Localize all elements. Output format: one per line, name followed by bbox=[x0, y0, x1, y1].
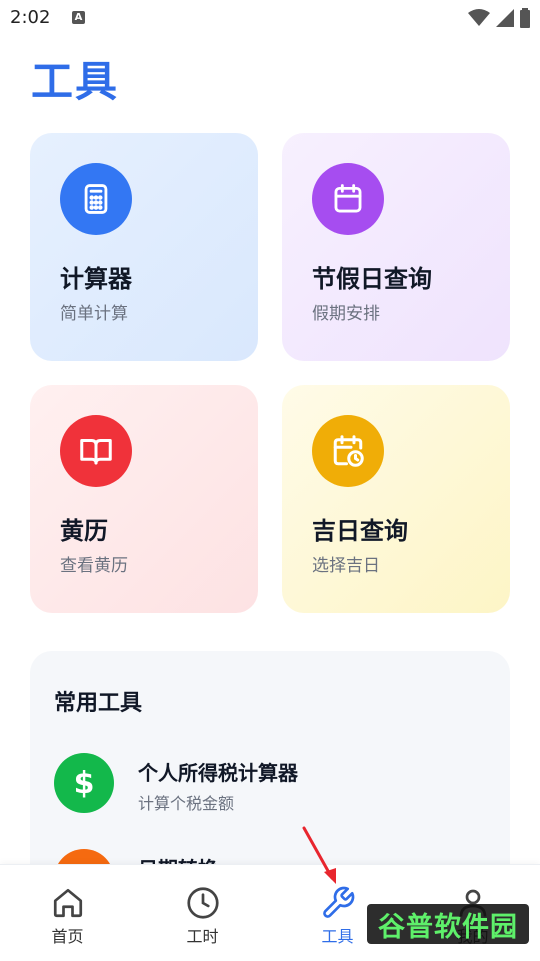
notification-a-icon: A bbox=[72, 11, 85, 24]
calculator-icon bbox=[84, 184, 108, 214]
status-bar: 2:02 A bbox=[0, 0, 540, 36]
clock-icon bbox=[186, 887, 219, 919]
nav-label-home: 首页 bbox=[51, 927, 84, 946]
lucky-day-icon-circle bbox=[312, 415, 384, 487]
nav-item-worktime[interactable]: 工时 bbox=[135, 865, 270, 961]
tax-icon-circle: $ bbox=[54, 753, 114, 813]
wrench-icon bbox=[322, 886, 354, 918]
page-title: 工具 bbox=[31, 57, 120, 106]
nav-label-worktime: 工时 bbox=[186, 927, 219, 946]
book-icon bbox=[80, 439, 112, 465]
calendar-clock-icon bbox=[333, 435, 364, 467]
calculator-card[interactable]: 计算器 简单计算 bbox=[30, 133, 258, 361]
almanac-icon-circle bbox=[60, 415, 132, 487]
lucky-day-title: 吉日查询 bbox=[312, 517, 408, 545]
list-item-tax-calculator[interactable]: $ 个人所得税计算器 计算个税金额 bbox=[54, 753, 494, 823]
dollar-icon: $ bbox=[73, 765, 95, 801]
calculator-title: 计算器 bbox=[60, 265, 132, 293]
holiday-card[interactable]: 节假日查询 假期安排 bbox=[282, 133, 510, 361]
holiday-title: 节假日查询 bbox=[312, 265, 432, 293]
annotation-arrow bbox=[302, 826, 336, 884]
battery-icon bbox=[520, 8, 530, 28]
lucky-day-subtitle: 选择吉日 bbox=[312, 556, 380, 576]
watermark-logo: 谷普软件园 bbox=[367, 904, 529, 944]
holiday-icon-circle bbox=[312, 163, 384, 235]
almanac-title: 黄历 bbox=[60, 517, 108, 545]
calculator-subtitle: 简单计算 bbox=[60, 304, 128, 324]
tax-calculator-title: 个人所得税计算器 bbox=[138, 761, 298, 785]
almanac-card[interactable]: 黄历 查看黄历 bbox=[30, 385, 258, 613]
almanac-subtitle: 查看黄历 bbox=[60, 556, 128, 576]
signal-icon bbox=[496, 9, 514, 27]
status-time: 2:02 bbox=[10, 7, 51, 28]
holiday-subtitle: 假期安排 bbox=[312, 304, 380, 324]
lucky-day-card[interactable]: 吉日查询 选择吉日 bbox=[282, 385, 510, 613]
wifi-icon bbox=[468, 9, 490, 26]
nav-item-home[interactable]: 首页 bbox=[0, 865, 135, 961]
watermark-text: 谷普软件园 bbox=[378, 911, 518, 943]
calculator-icon-circle bbox=[60, 163, 132, 235]
tax-calculator-subtitle: 计算个税金额 bbox=[138, 794, 235, 813]
status-icons bbox=[468, 8, 530, 28]
home-icon bbox=[53, 888, 82, 918]
common-tools-title: 常用工具 bbox=[54, 691, 143, 716]
calendar-icon bbox=[334, 184, 362, 213]
